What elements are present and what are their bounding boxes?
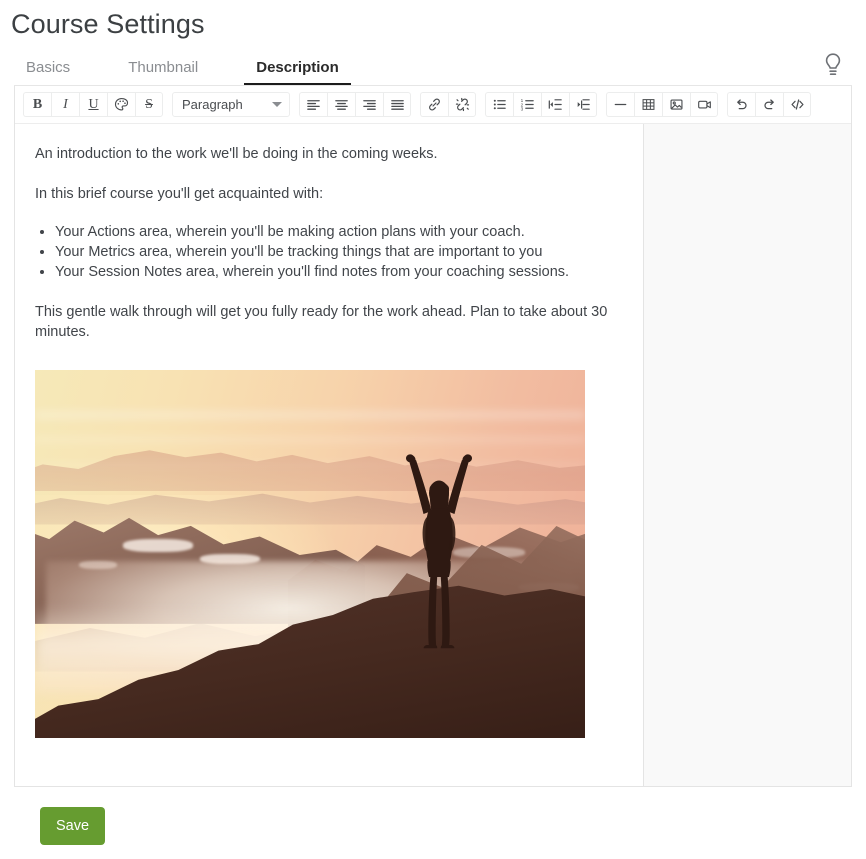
align-center-button[interactable] [327, 92, 355, 117]
bullet-list-icon [493, 99, 506, 110]
hero-image-wrapper [35, 370, 619, 738]
paragraph-format-value: Paragraph [182, 97, 243, 112]
tab-basics[interactable]: Basics [14, 59, 82, 86]
align-justify-icon [390, 100, 404, 110]
underline-icon: U [88, 96, 99, 112]
cloud-band [35, 436, 585, 444]
closing-paragraph: This gentle walk through will get you fu… [35, 304, 608, 340]
indent-button[interactable] [569, 92, 597, 117]
hiker-silhouette-icon [401, 429, 477, 651]
indent-icon [577, 99, 590, 110]
underline-button[interactable]: U [79, 92, 107, 117]
palette-icon [114, 97, 129, 111]
align-left-icon [307, 100, 320, 110]
code-icon [790, 99, 804, 110]
tab-thumbnail[interactable]: Thumbnail [116, 59, 210, 86]
numbered-list-button[interactable]: 1 2 3 [513, 92, 541, 117]
toolbar-group-insert [606, 92, 718, 117]
align-right-button[interactable] [355, 92, 383, 117]
align-justify-button[interactable] [383, 92, 411, 117]
image-icon [670, 99, 683, 110]
redo-icon [764, 99, 774, 110]
page-title: Course Settings [11, 9, 205, 39]
toolbar-group-history [727, 92, 811, 117]
strikethrough-button[interactable]: S [135, 92, 163, 117]
list-item: Your Metrics area, wherein you'll be tra… [55, 242, 619, 262]
italic-button[interactable]: I [51, 92, 79, 117]
feature-list: Your Actions area, wherein you'll be mak… [35, 222, 619, 282]
insert-link-button[interactable] [420, 92, 448, 117]
text-color-button[interactable] [107, 92, 135, 117]
lightbulb-icon[interactable] [818, 50, 848, 80]
rich-text-editor: B I U S Paragraph 1 2 3 An introduction … [14, 86, 852, 787]
save-button[interactable]: Save [40, 807, 106, 845]
outdent-button[interactable] [541, 92, 569, 117]
align-center-icon [335, 100, 348, 110]
hero-image[interactable] [35, 370, 585, 738]
toolbar-group-alignment [299, 92, 411, 117]
strikethrough-icon: S [145, 96, 153, 112]
tab-description[interactable]: Description [244, 59, 351, 86]
toolbar-group-text-format: B I U S [23, 92, 163, 117]
undo-icon [737, 99, 747, 110]
insert-image-button[interactable] [662, 92, 690, 117]
lead-in-paragraph: In this brief course you'll get acquaint… [35, 186, 324, 202]
horizontal-rule-button[interactable] [606, 92, 634, 117]
undo-button[interactable] [727, 92, 755, 117]
redo-button[interactable] [755, 92, 783, 117]
italic-icon: I [63, 96, 68, 112]
video-icon [697, 100, 711, 109]
chevron-down-icon [272, 102, 282, 107]
link-icon [429, 98, 440, 111]
unlink-icon [455, 97, 469, 112]
toolbar-group-block-format: Paragraph [172, 92, 290, 117]
list-item: Your Session Notes area, wherein you'll … [55, 262, 619, 282]
toolbar-group-links [420, 92, 476, 117]
paragraph-format-select[interactable]: Paragraph [172, 92, 290, 117]
horizontal-rule-icon [614, 103, 627, 106]
table-icon [642, 99, 655, 110]
editor-toolbar: B I U S Paragraph 1 2 3 [15, 86, 851, 124]
svg-text:3: 3 [521, 107, 524, 112]
insert-table-button[interactable] [634, 92, 662, 117]
form-footer: Save [0, 787, 866, 845]
snow-cap [123, 539, 193, 553]
align-right-icon [363, 100, 376, 110]
outdent-icon [548, 99, 562, 110]
editor-content-area[interactable]: An introduction to the work we'll be doi… [15, 124, 643, 786]
bullet-list-button[interactable] [485, 92, 513, 117]
align-left-button[interactable] [299, 92, 327, 117]
editor-side-panel [643, 124, 851, 786]
remove-link-button[interactable] [448, 92, 476, 117]
tab-bar: Basics Thumbnail Description [0, 48, 866, 86]
list-item: Your Actions area, wherein you'll be mak… [55, 222, 619, 242]
source-code-button[interactable] [783, 92, 811, 117]
cloud-band [35, 410, 585, 421]
bold-button[interactable]: B [23, 92, 51, 117]
toolbar-group-lists: 1 2 3 [485, 92, 597, 117]
intro-paragraph: An introduction to the work we'll be doi… [35, 146, 438, 162]
bold-icon: B [32, 96, 43, 112]
numbered-list-icon: 1 2 3 [521, 98, 534, 112]
insert-video-button[interactable] [690, 92, 718, 117]
editor-body: An introduction to the work we'll be doi… [15, 124, 851, 786]
